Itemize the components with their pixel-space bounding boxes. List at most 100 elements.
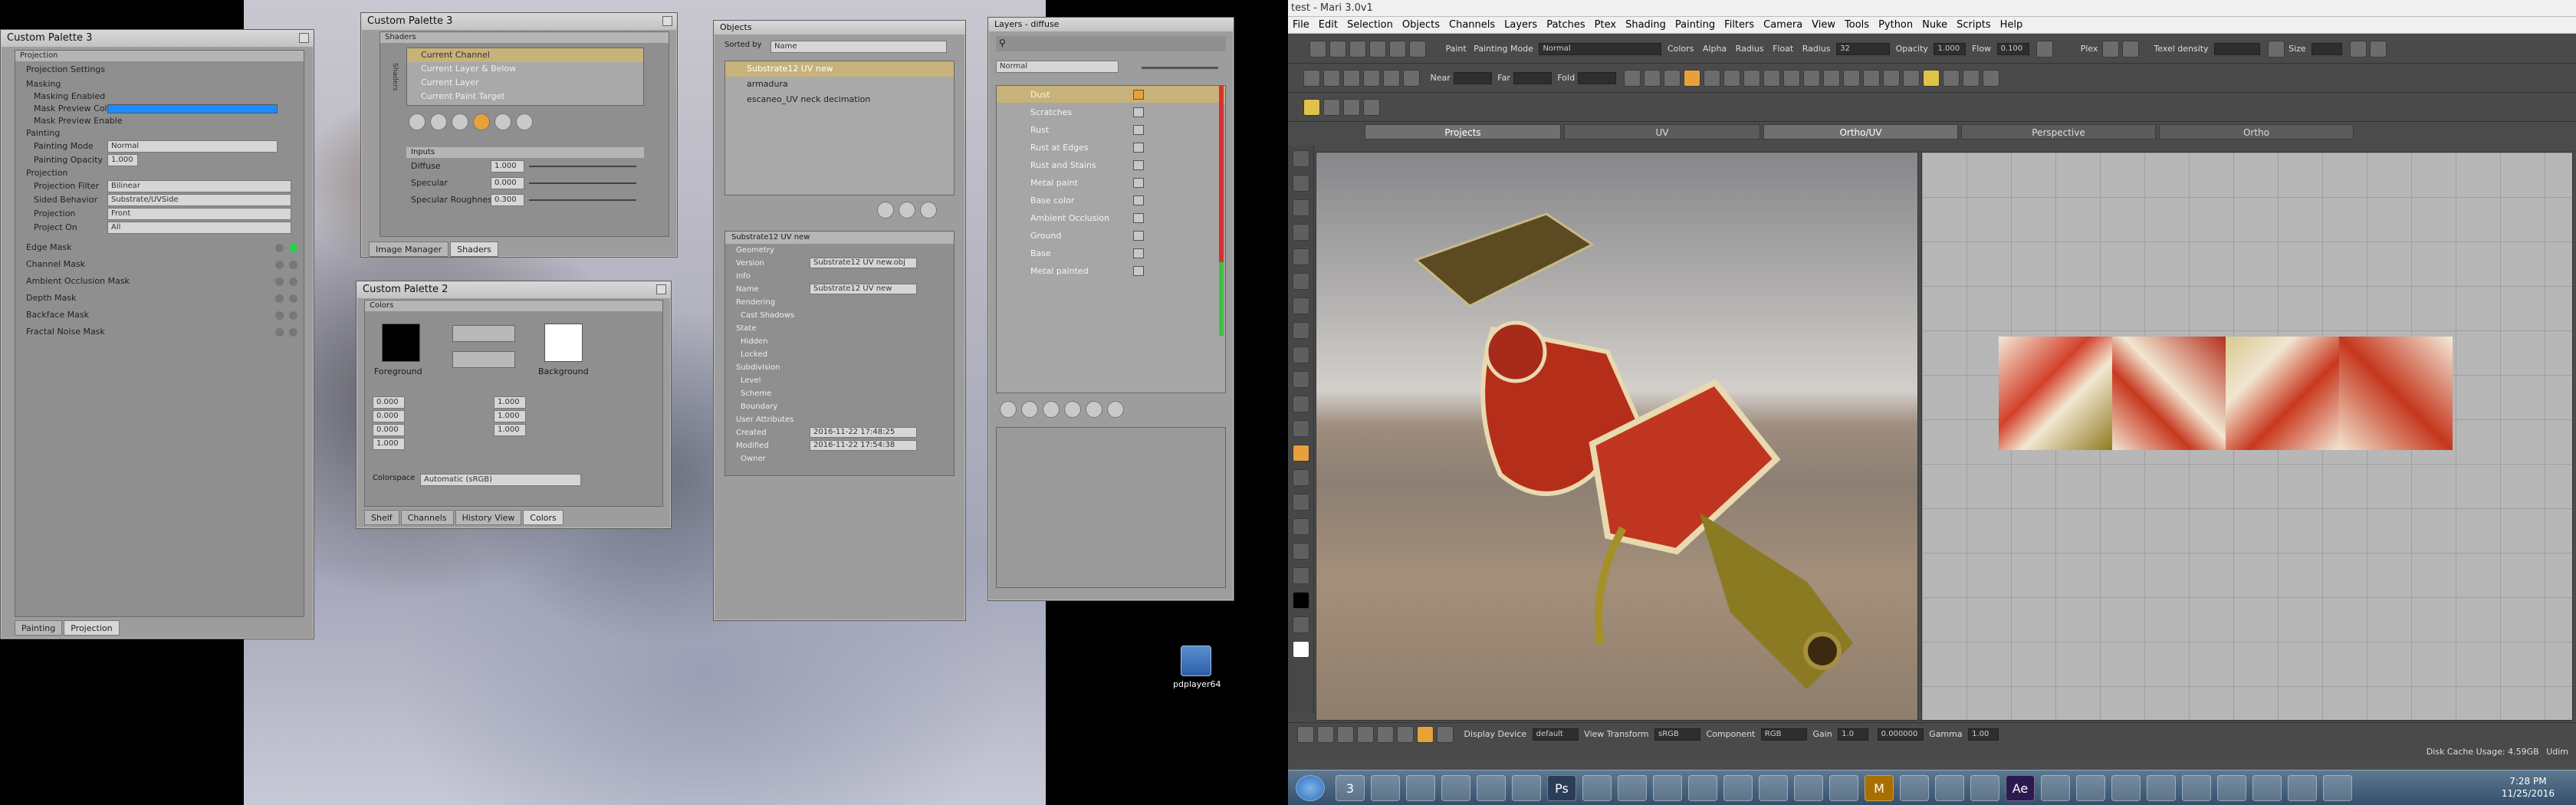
taskbar-app-m[interactable]: M [1865, 775, 1894, 801]
shader-active-icon[interactable] [1683, 70, 1700, 87]
close-icon[interactable] [299, 33, 309, 43]
active-tool-icon[interactable] [1292, 445, 1309, 462]
far-field[interactable] [1513, 72, 1552, 84]
enabled-icon[interactable] [289, 261, 297, 269]
brush-tool-icon[interactable] [1292, 322, 1309, 339]
palette-colors-title[interactable]: Custom Palette 2 [356, 281, 671, 298]
tab-painting[interactable]: Painting [15, 620, 63, 636]
colorspace-dropdown[interactable]: Automatic (sRGB) [420, 474, 581, 486]
close-icon[interactable] [656, 284, 666, 294]
fg-r-field[interactable]: 0.000 [373, 396, 405, 409]
taskbar-app-stop[interactable] [1653, 775, 1682, 801]
sharpen-tool-icon[interactable] [1292, 494, 1309, 511]
smudge-tool-icon[interactable] [1292, 420, 1309, 437]
layer-row[interactable]: Rust [997, 121, 1225, 139]
roughness-field[interactable]: 0.300 [491, 194, 524, 206]
palette-shaders-title[interactable]: Custom Palette 3 [361, 13, 677, 30]
tab-shaders[interactable]: Shaders [450, 242, 498, 257]
taskbar-app-cloud[interactable] [1723, 775, 1753, 801]
taskbar-app-folder2[interactable] [1582, 775, 1612, 801]
layers-tool-icon[interactable] [1323, 99, 1340, 116]
shader-dup-icon[interactable] [430, 113, 447, 130]
camera-icon[interactable] [1303, 70, 1320, 87]
mask-backface[interactable]: Backface Mask [15, 307, 304, 324]
density-icon[interactable] [2267, 41, 2285, 58]
sphere5-icon[interactable] [1783, 70, 1800, 87]
fold-field[interactable] [1578, 72, 1617, 84]
tab-projects[interactable]: Projects [1365, 124, 1561, 140]
layer-group-icon[interactable] [1064, 401, 1081, 418]
sphere3-icon[interactable] [1743, 70, 1760, 87]
layer-procedural-icon[interactable] [1043, 401, 1060, 418]
projection-filter-dropdown[interactable]: Bilinear [107, 180, 291, 192]
roughness-slider[interactable] [529, 199, 636, 201]
status-bulb-icon[interactable] [1417, 726, 1434, 743]
painting-mode-dropdown[interactable]: Normal [107, 140, 278, 153]
taskbar-app-c[interactable] [1970, 775, 1999, 801]
texel-field[interactable] [2214, 43, 2261, 55]
status-circle-icon[interactable] [1397, 726, 1414, 743]
taskbar-app-z[interactable] [2147, 775, 2176, 801]
layer-mask-icon[interactable] [1133, 90, 1144, 100]
object-dup-icon[interactable] [899, 202, 915, 219]
taskbar-app-opera[interactable] [1477, 775, 1506, 801]
layer-row[interactable]: Ground [997, 227, 1225, 245]
layer-row[interactable]: Base [997, 245, 1225, 262]
tab-projection[interactable]: Projection [64, 620, 120, 636]
opacity-field[interactable]: 1.000 [1934, 43, 1967, 55]
tab-colors[interactable]: Colors [523, 510, 564, 525]
menu-shading[interactable]: Shading [1625, 19, 1666, 31]
reset-colors-button[interactable] [452, 351, 515, 368]
taskbar-app-ps[interactable]: Ps [1547, 775, 1576, 801]
sphere4-icon[interactable] [1763, 70, 1780, 87]
taskbar-app-browser[interactable] [2217, 775, 2246, 801]
tab-history-view[interactable]: History View [455, 510, 522, 525]
mirror-icon[interactable] [1383, 70, 1400, 87]
layer-add-icon[interactable] [1000, 401, 1017, 418]
menu-ptex[interactable]: Ptex [1595, 19, 1616, 31]
background-swatch[interactable] [544, 324, 583, 362]
float-label[interactable]: Float [1773, 44, 1793, 54]
layer-row[interactable]: Dust [997, 86, 1225, 104]
paint-bucket-icon[interactable] [1292, 396, 1309, 412]
uv-view[interactable] [1921, 152, 2573, 721]
shader-remove-icon[interactable] [452, 113, 468, 130]
tab-perspective[interactable]: Perspective [1961, 124, 2156, 140]
grid2-icon[interactable] [1862, 70, 1880, 87]
row-mask-preview-color[interactable]: Mask Preview Color [15, 103, 304, 115]
taskbar-app-y[interactable] [2111, 775, 2141, 801]
enabled-icon[interactable] [289, 244, 297, 252]
taskbar-app-search[interactable] [1618, 775, 1647, 801]
texel-icon[interactable] [1842, 70, 1860, 87]
tab-channels[interactable]: Channels [400, 510, 454, 525]
redo-icon[interactable] [1389, 41, 1406, 58]
sphere2-icon[interactable] [1723, 70, 1740, 87]
export-icon[interactable] [1409, 41, 1426, 58]
wire-icon[interactable] [1802, 70, 1820, 87]
object-remove-icon[interactable] [920, 202, 937, 219]
mask-edge[interactable]: Edge Mask [15, 239, 304, 256]
swap-colors-button[interactable] [452, 325, 515, 342]
clock[interactable]: 7:28 PM 11/25/2016 [2502, 775, 2555, 800]
window-copy-icon[interactable] [2349, 41, 2367, 58]
mask-fractal[interactable]: Fractal Noise Mask [15, 324, 304, 340]
tab-ortho[interactable]: Ortho [2159, 124, 2354, 140]
menu-filters[interactable]: Filters [1724, 19, 1754, 31]
painting-mode-dropdown[interactable]: Normal [1539, 43, 1662, 55]
props-hidden[interactable]: Hidden [725, 335, 954, 348]
viewport-3d[interactable] [1316, 152, 1918, 721]
drop-tool-icon[interactable] [1292, 297, 1309, 314]
hand-tool-icon[interactable] [1292, 199, 1309, 216]
select-tool-icon[interactable] [1292, 150, 1309, 167]
toggle-icon[interactable] [275, 278, 284, 286]
shader-add-icon[interactable] [409, 113, 426, 130]
props-locked[interactable]: Locked [725, 348, 954, 361]
status-rotate-icon[interactable] [1357, 726, 1374, 743]
window-paste-icon[interactable] [2369, 41, 2387, 58]
menu-nuke[interactable]: Nuke [1922, 19, 1947, 31]
tab-image-manager[interactable]: Image Manager [369, 242, 449, 257]
object-item[interactable]: Substrate12 UV new [725, 61, 954, 77]
menu-scripts[interactable]: Scripts [1957, 19, 1990, 31]
taskbar-app-steam[interactable] [2252, 775, 2282, 801]
near-field[interactable] [1453, 72, 1492, 84]
